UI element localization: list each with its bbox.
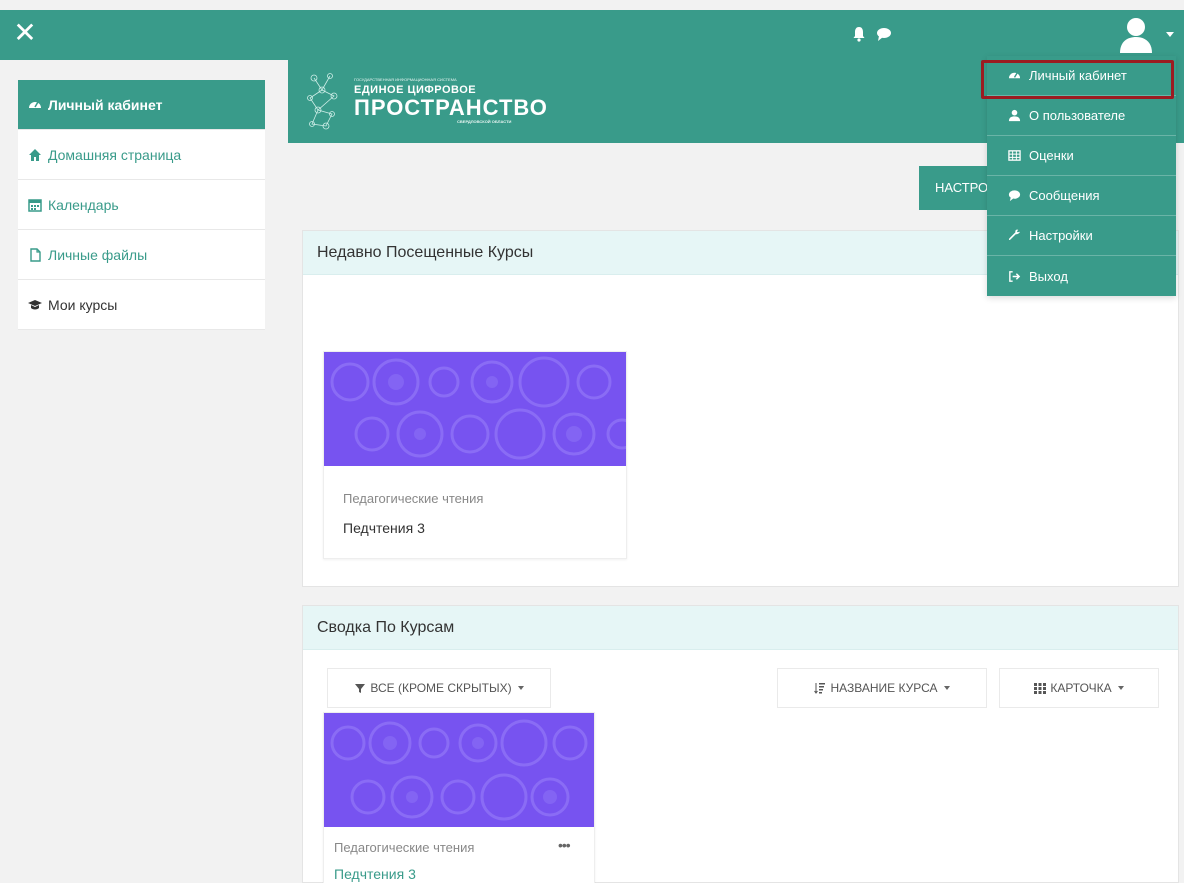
logo-title-line2: ПРОСТРАНСТВО xyxy=(354,95,548,120)
menu-item-profile[interactable]: О пользователе xyxy=(987,96,1176,136)
chat-icon xyxy=(1007,189,1021,203)
menu-item-preferences[interactable]: Настройки xyxy=(987,216,1176,256)
course-image[interactable] xyxy=(324,352,626,466)
sort-label: НАЗВАНИЕ КУРСА xyxy=(830,681,938,695)
menu-item-label: О пользователе xyxy=(1029,108,1126,123)
user-icon xyxy=(1007,109,1021,123)
block-title: Сводка По Курсам xyxy=(303,606,1178,650)
user-icon[interactable] xyxy=(1116,15,1156,55)
chevron-down-icon[interactable] xyxy=(1166,32,1174,37)
sidebar: Личный кабинет Домашняя страница Календа… xyxy=(18,80,265,330)
logo-caption-top: ГОСУДАРСТВЕННАЯ ИНФОРМАЦИОННАЯ СИСТЕМА xyxy=(354,77,457,82)
chat-icon[interactable] xyxy=(876,26,892,42)
close-icon[interactable]: ✕ xyxy=(10,18,40,48)
menu-item-label: Сообщения xyxy=(1029,188,1100,203)
chevron-down-icon xyxy=(517,686,524,690)
dashboard-icon xyxy=(28,98,42,112)
course-image[interactable] xyxy=(324,713,594,827)
wrench-icon xyxy=(1007,229,1021,243)
course-category: Педагогические чтения xyxy=(334,840,475,855)
dashboard-icon xyxy=(1007,69,1021,83)
menu-item-label: Настройки xyxy=(1029,228,1093,243)
chevron-down-icon xyxy=(943,686,950,690)
sidebar-item-home[interactable]: Домашняя страница xyxy=(18,130,265,180)
sidebar-item-files[interactable]: Личные файлы xyxy=(18,230,265,280)
menu-item-label: Личный кабинет xyxy=(1029,68,1127,83)
sidebar-item-label: Мои курсы xyxy=(48,296,118,313)
sidebar-item-label: Календарь xyxy=(48,196,119,213)
menu-item-logout[interactable]: Выход xyxy=(987,256,1176,296)
calendar-icon xyxy=(28,198,42,212)
sort-dropdown[interactable]: НАЗВАНИЕ КУРСА xyxy=(777,668,987,708)
top-navbar: ✕ xyxy=(0,10,1184,60)
sidebar-item-my-courses[interactable]: Мои курсы xyxy=(18,280,265,330)
view-dropdown[interactable]: КАРТОЧКА xyxy=(999,668,1159,708)
user-menu-dropdown: Личный кабинет О пользователе Оценки Соо… xyxy=(987,56,1176,296)
sidebar-item-label: Личные файлы xyxy=(48,246,148,263)
graduation-cap-icon xyxy=(28,298,42,312)
menu-item-label: Оценки xyxy=(1029,148,1074,163)
site-logo[interactable]: ГОСУДАРСТВЕННАЯ ИНФОРМАЦИОННАЯ СИСТЕМА Е… xyxy=(302,68,582,134)
filter-icon xyxy=(354,682,366,694)
logout-icon xyxy=(1007,269,1021,283)
sort-icon xyxy=(814,682,826,694)
logo-emblem-icon xyxy=(307,73,338,130)
course-card[interactable]: Педагогические чтения ••• Педчтения 3 xyxy=(323,712,595,883)
course-card[interactable]: Педагогические чтения Педчтения 3 xyxy=(323,351,627,559)
menu-item-grades[interactable]: Оценки xyxy=(987,136,1176,176)
file-icon xyxy=(28,247,42,262)
sidebar-item-calendar[interactable]: Календарь xyxy=(18,180,265,230)
menu-item-dashboard[interactable]: Личный кабинет xyxy=(987,56,1176,96)
sidebar-item-dashboard[interactable]: Личный кабинет xyxy=(18,80,265,130)
course-name[interactable]: Педчтения 3 xyxy=(343,520,425,536)
sidebar-item-label: Домашняя страница xyxy=(48,146,182,163)
view-label: КАРТОЧКА xyxy=(1050,681,1112,695)
menu-item-label: Выход xyxy=(1029,268,1068,284)
course-name[interactable]: Педчтения 3 xyxy=(334,866,416,882)
card-grid-icon xyxy=(1034,682,1047,694)
grades-table-icon xyxy=(1007,149,1021,163)
course-category: Педагогические чтения xyxy=(343,491,484,506)
more-actions-icon[interactable]: ••• xyxy=(558,837,571,853)
home-icon xyxy=(28,148,42,162)
bell-icon[interactable] xyxy=(852,26,866,42)
filter-dropdown[interactable]: ВСЕ (КРОМЕ СКРЫТЫХ) xyxy=(327,668,551,708)
filter-label: ВСЕ (КРОМЕ СКРЫТЫХ) xyxy=(370,681,512,695)
menu-item-messages[interactable]: Сообщения xyxy=(987,176,1176,216)
course-overview-block: Сводка По Курсам ВСЕ (КРОМЕ СКРЫТЫХ) НАЗ… xyxy=(302,605,1179,883)
logo-caption-bottom: СВЕРДЛОВСКОЙ ОБЛАСТИ xyxy=(457,119,512,124)
sidebar-item-label: Личный кабинет xyxy=(48,96,163,113)
chevron-down-icon xyxy=(1117,686,1124,690)
